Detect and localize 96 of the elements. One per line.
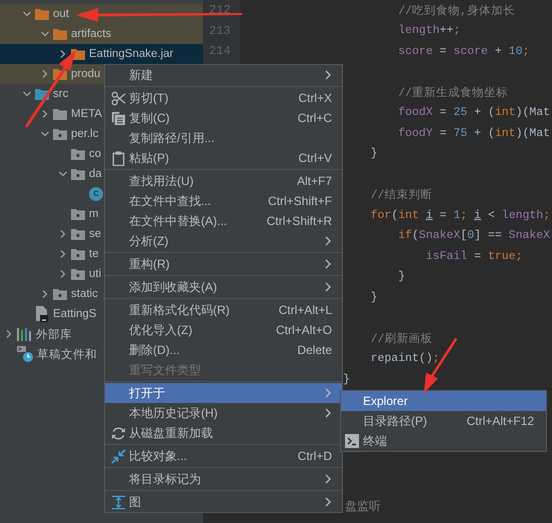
code-comment: 盘监听: [345, 499, 381, 513]
package-icon: [71, 228, 85, 240]
code-line: }: [370, 290, 378, 304]
package-icon: [53, 288, 67, 300]
tree-row[interactable]: 外部库: [0, 324, 104, 344]
package-icon: [71, 148, 85, 160]
file-icon: [35, 306, 49, 322]
tree-item-label: static: [71, 288, 98, 300]
tree-item-label: 草稿文件和: [37, 348, 97, 362]
compare-icon: [110, 448, 126, 464]
library-icon: [17, 328, 32, 340]
tree-item-label: src: [53, 88, 68, 100]
package-icon: [71, 168, 85, 180]
tree-row[interactable]: se: [0, 224, 104, 244]
package-icon: [71, 208, 85, 220]
scissors-icon: [110, 90, 126, 106]
tree-item-label: artifacts: [71, 28, 112, 40]
tree-row[interactable]: per.lc: [0, 124, 104, 144]
code-line: //结束判断: [370, 188, 432, 202]
clipboard-icon: [110, 150, 126, 166]
menu-item[interactable]: 比较对象... Ctrl+D: [105, 446, 342, 466]
tree-row[interactable]: out: [0, 4, 203, 24]
code-line: score = score + 10;: [397, 44, 530, 58]
package-icon: [71, 248, 85, 260]
code-line: //吃到食物,身体加长: [397, 4, 515, 18]
code-line: isFail = true;: [424, 250, 522, 263]
menu-item[interactable]: 目录路径(P) Ctrl+Alt+F12: [341, 411, 546, 431]
code-line: foodX = 25 + (int)(Mat: [397, 106, 550, 120]
menu-item[interactable]: 图: [105, 492, 342, 512]
menu-item[interactable]: 从磁盘重新加载: [105, 423, 342, 443]
tree-item-label: EattingS: [53, 308, 96, 320]
menu-item[interactable]: 优化导入(Z) Ctrl+Alt+O: [105, 320, 342, 340]
folder-icon: [53, 28, 67, 40]
tree-row[interactable]: META: [0, 104, 104, 124]
tree-row[interactable]: static: [0, 284, 104, 304]
tree-item-label: out: [53, 8, 69, 20]
tree-row[interactable]: da: [0, 164, 104, 184]
menu-item[interactable]: 在文件中替换(A)... Ctrl+Shift+R: [105, 211, 342, 231]
folder-icon: [35, 8, 49, 20]
package-icon: [53, 128, 67, 140]
tree-row[interactable]: c: [0, 184, 104, 204]
tree-item-label: co: [89, 148, 102, 160]
folder-icon: [53, 108, 67, 120]
tree-item-label: EattingSnake.jar: [89, 48, 174, 60]
menu-item[interactable]: 在文件中查找... Ctrl+Shift+F: [105, 191, 342, 211]
menu-item[interactable]: 将目录标记为: [105, 469, 342, 489]
diagram-icon: [110, 494, 126, 510]
menu-item[interactable]: 本地历史记录(H): [105, 403, 342, 423]
tree-item-label: produ: [71, 68, 100, 80]
code-line: }: [343, 372, 350, 386]
tree-row[interactable]: EattingSnake.jar: [0, 44, 203, 64]
tree-item-label: se: [89, 228, 102, 240]
tree-item-label: te: [89, 248, 99, 260]
tree-item-label: 外部库: [36, 327, 72, 342]
tree-item-label: META: [71, 108, 102, 120]
code-line: length++;: [397, 24, 460, 38]
copy-icon: [110, 110, 126, 126]
code-line: }: [397, 270, 406, 284]
code-line: for(int i = 1; i < length;: [370, 208, 550, 222]
menu-item[interactable]: 复制路径/引用...: [105, 128, 342, 148]
terminal-icon: [345, 434, 359, 448]
tree-item-label: da: [89, 168, 102, 180]
tree-row[interactable]: 草稿文件和: [0, 344, 104, 364]
menu-item[interactable]: 重新格式化代码(R) Ctrl+Alt+L: [105, 300, 342, 320]
menu-item[interactable]: 新建: [105, 65, 342, 85]
code-line: //刷新画板: [370, 331, 432, 346]
menu-item[interactable]: 删除(D)... Delete: [105, 340, 342, 360]
tree-row[interactable]: produ: [0, 64, 104, 84]
tree-row[interactable]: uti: [0, 264, 104, 284]
scratch-file-icon: [17, 346, 33, 362]
tree-row[interactable]: artifacts: [0, 24, 203, 44]
tree-item-label: m: [89, 208, 99, 220]
menu-item[interactable]: 剪切(T) Ctrl+X: [105, 88, 342, 108]
reload-icon: [110, 426, 126, 440]
tree-row[interactable]: EattingS: [0, 304, 104, 324]
menu-item[interactable]: 分析(Z): [105, 231, 342, 251]
menu-item[interactable]: 查找用法(U) Alt+F7: [105, 171, 342, 191]
code-line: }: [370, 147, 378, 160]
package-icon: [71, 268, 85, 280]
tree-item-label: per.lc: [71, 128, 98, 140]
menu-item[interactable]: 添加到收藏夹(A): [105, 277, 342, 297]
code-line: repaint();: [370, 352, 440, 366]
menu-item[interactable]: Explorer: [341, 391, 546, 411]
code-line: //重新生成食物坐标: [397, 85, 508, 100]
menu-item[interactable]: 重构(R): [105, 254, 342, 274]
code-line: if(SnakeX[0] == SnakeX: [397, 229, 550, 242]
menu-item[interactable]: 粘贴(P) Ctrl+V: [105, 148, 342, 168]
class-icon: c: [89, 187, 103, 201]
menu-item[interactable]: 复制(C) Ctrl+C: [105, 108, 342, 128]
code-line: foodY = 75 + (int)(Mat: [397, 126, 550, 140]
tree-row[interactable]: te: [0, 244, 104, 264]
menu-item[interactable]: 终端: [341, 431, 546, 451]
tree-row[interactable]: m: [0, 204, 104, 224]
tree-item-label: uti: [89, 268, 102, 280]
menu-item[interactable]: 打开于: [105, 383, 342, 403]
tree-row[interactable]: co: [0, 144, 104, 164]
